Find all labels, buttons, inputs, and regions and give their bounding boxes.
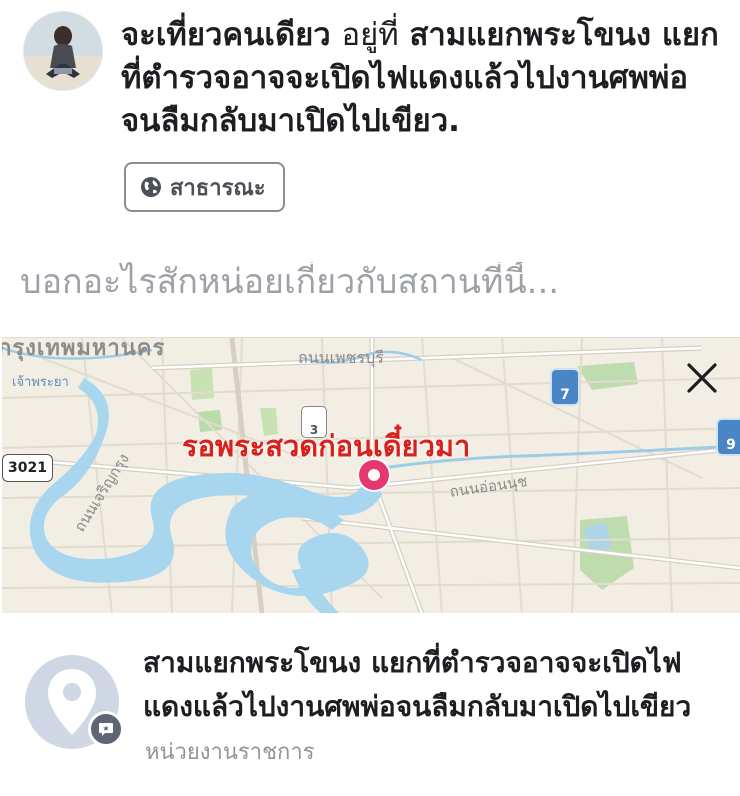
map-preview[interactable]: กรุงเทพมหานคร เจ้าพระยา ถนนเพชรบุรี ถนนอ… (2, 337, 740, 614)
avatar-photo (24, 12, 102, 90)
route-badge-9: 9 (716, 418, 740, 456)
route-badge-9-text: 9 (726, 437, 736, 453)
map-pin-icon[interactable] (359, 460, 389, 490)
place-card[interactable]: สามแยกพระโขนง แยกที่ตำรวจอาจจะเปิดไฟแดงแ… (0, 613, 740, 796)
route-badge-3021: 3021 (2, 454, 53, 482)
place-category: หน่วยงานราชการ (145, 740, 315, 765)
checkin-prefix: อยู่ที่ (341, 17, 399, 53)
user-name[interactable]: จะเที่ยวคนเดียว (121, 17, 331, 53)
audience-selector-button[interactable]: สาธารณะ (124, 162, 285, 212)
map-label-phetchaburi: ถนนเพชรบุรี (298, 348, 384, 367)
comment-icon (88, 711, 124, 747)
map-label-city: กรุงเทพมหานคร (2, 337, 166, 361)
audience-label: สาธารณะ (170, 175, 266, 201)
post-headline: จะเที่ยวคนเดียว อยู่ที่ สามแยกพระโขนง แย… (121, 14, 721, 143)
route-badge-7: 7 (550, 368, 580, 406)
avatar[interactable] (24, 12, 102, 90)
route-badge-3021-text: 3021 (8, 460, 47, 476)
route-badge-7-text: 7 (560, 387, 570, 403)
close-map-button[interactable] (686, 362, 726, 402)
place-comment-input[interactable] (20, 262, 720, 302)
map-pin-label: รอพระสวดก่อนเดี๋ยวมา (182, 429, 471, 463)
globe-icon (140, 176, 162, 198)
map-label-chao-phraya: เจ้าพระยา (12, 375, 69, 390)
close-icon (687, 363, 717, 393)
place-name: สามแยกพระโขนง แยกที่ตำรวจอาจจะเปิดไฟแดงแ… (143, 646, 692, 723)
